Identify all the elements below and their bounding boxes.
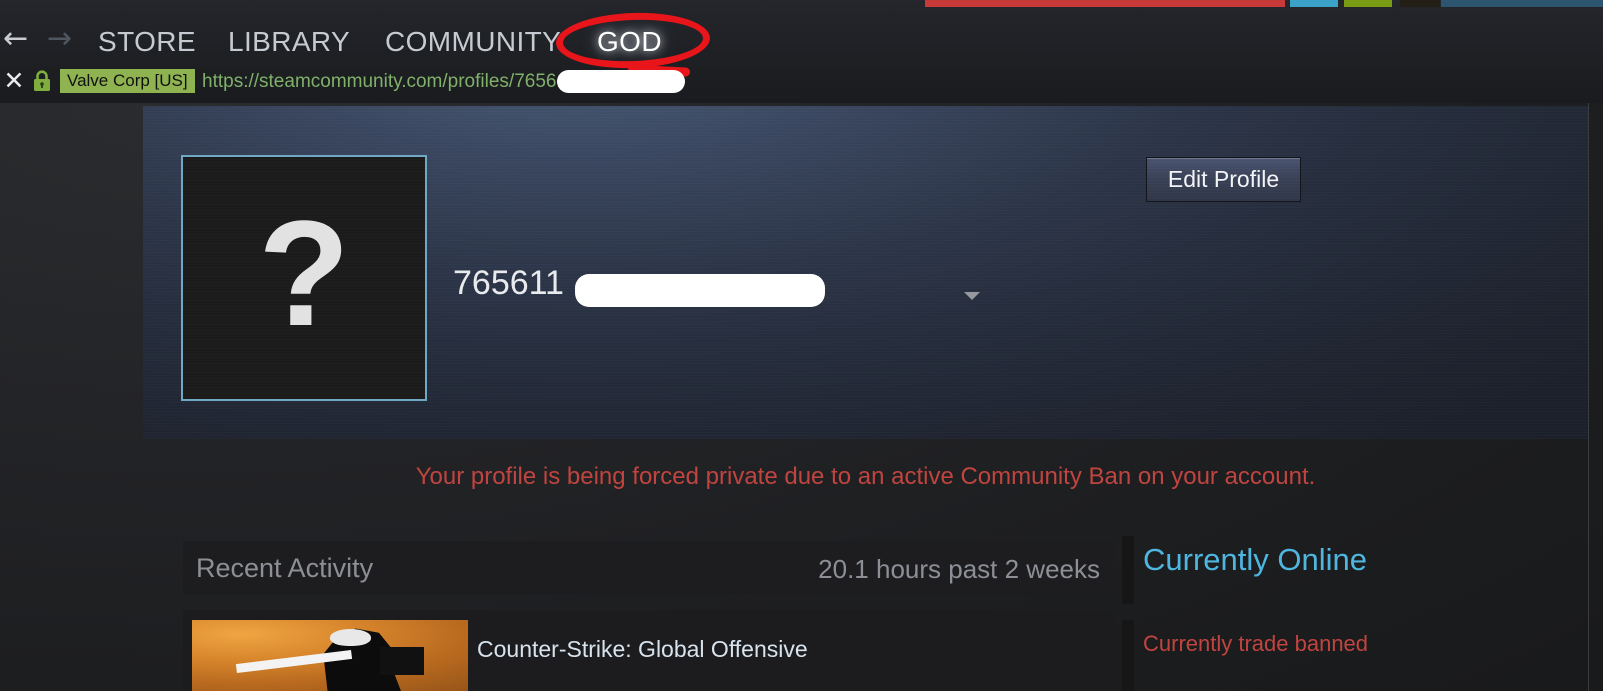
tab-blue[interactable]	[1290, 0, 1338, 7]
url-bar: ✕ Valve Corp [US] https://steamcommunity…	[0, 66, 1603, 103]
trade-ban-status: Currently trade banned	[1143, 631, 1369, 656]
tab-blue-2[interactable]	[1441, 0, 1603, 7]
persona-name: 765611	[453, 264, 564, 302]
nav-item-community[interactable]: COMMUNITY	[385, 26, 561, 58]
page-right-edge	[1588, 103, 1589, 691]
community-ban-notice: Your profile is being forced private due…	[415, 463, 1316, 490]
tab-red[interactable]	[925, 0, 1285, 7]
capsule-weapon-shape-2	[379, 646, 424, 676]
recent-game-row[interactable]: Counter-Strike: Global Offensive	[183, 610, 1114, 691]
avatar[interactable]: ?	[181, 155, 427, 401]
lock-icon[interactable]	[32, 70, 52, 92]
screenshot-root: ? 765611 Edit Profile Your profile is be…	[0, 0, 1603, 691]
recent-activity-header: Recent Activity 20.1 hours past 2 weeks	[183, 541, 1114, 595]
persona-redaction-block	[575, 274, 825, 307]
right-column-divider-top	[1122, 536, 1134, 604]
recent-activity-title: Recent Activity	[196, 553, 374, 583]
game-title[interactable]: Counter-Strike: Global Offensive	[477, 634, 808, 664]
url-text[interactable]: https://steamcommunity.com/profiles/7656…	[202, 70, 576, 93]
back-arrow-icon[interactable]: ←	[3, 24, 28, 54]
avatar-placeholder-glyph: ?	[258, 189, 350, 357]
persona-dropdown-caret-icon[interactable]	[964, 292, 980, 300]
browser-tab-strip	[0, 0, 1603, 8]
nav-item-library[interactable]: LIBRARY	[228, 26, 350, 58]
ev-certificate-badge[interactable]: Valve Corp [US]	[60, 69, 195, 93]
profile-header: ? 765611 Edit Profile	[143, 106, 1588, 439]
tab-green[interactable]	[1344, 0, 1392, 7]
url-redaction-block	[557, 70, 685, 93]
game-capsule-image[interactable]	[192, 620, 468, 691]
nav-item-store[interactable]: STORE	[98, 26, 196, 58]
edit-profile-button[interactable]: Edit Profile	[1146, 157, 1301, 202]
steam-nav-bar: ← → STORE LIBRARY COMMUNITY GOD	[0, 10, 1603, 71]
annotation-red-circle	[555, 10, 711, 71]
browser-chrome: ← → STORE LIBRARY COMMUNITY GOD ✕ Valve …	[0, 0, 1603, 103]
capsule-mask-highlight	[330, 628, 372, 646]
stop-loading-icon[interactable]: ✕	[2, 68, 26, 94]
forward-arrow-icon[interactable]: →	[47, 24, 72, 54]
tab-dark[interactable]	[1400, 0, 1440, 7]
right-column-divider-bottom	[1122, 620, 1134, 691]
online-status: Currently Online	[1143, 542, 1367, 577]
recent-activity-hours: 20.1 hours past 2 weeks	[818, 554, 1100, 584]
